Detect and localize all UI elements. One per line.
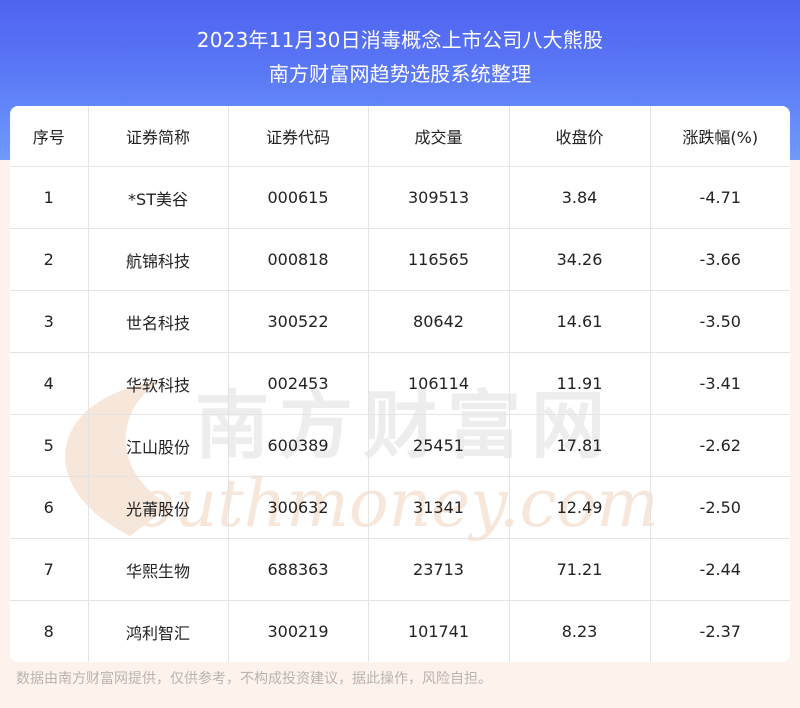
cell-volume: 116565 [368, 228, 510, 291]
table-row: 5 江山股份 600389 25451 17.81 -2.62 [10, 414, 790, 477]
cell-index: 1 [10, 166, 89, 229]
cell-code: 300632 [228, 476, 369, 539]
cell-name: 华熙生物 [88, 538, 229, 601]
cell-change: -3.50 [650, 290, 790, 353]
cell-name: 鸿利智汇 [88, 600, 229, 662]
table-row: 3 世名科技 300522 80642 14.61 -3.50 [10, 290, 790, 353]
cell-close: 12.49 [509, 476, 651, 539]
table-row: 6 光莆股份 300632 31341 12.49 -2.50 [10, 476, 790, 539]
cell-volume: 31341 [368, 476, 510, 539]
cell-change: -2.37 [699, 622, 741, 641]
cell-volume: 106114 [368, 352, 510, 415]
cell-close: 34.26 [509, 228, 651, 291]
cell-code: 600389 [228, 414, 369, 477]
cell-code: 688363 [228, 538, 369, 601]
column-header-volume: 成交量 [368, 106, 510, 167]
cell-close: 8.23 [509, 600, 651, 662]
cell-volume: 23713 [368, 538, 510, 601]
cell-name: 江山股份 [88, 414, 229, 477]
page-subtitle: 南方财富网趋势选股系统整理 [268, 62, 532, 86]
cell-code: 002453 [228, 352, 369, 415]
table-row: 7 华熙生物 688363 23713 71.21 -2.44 [10, 538, 790, 601]
cell-volume: 80642 [368, 290, 510, 353]
cell-volume: 25451 [368, 414, 510, 477]
cell-close: 17.81 [509, 414, 651, 477]
cell-name: *ST美谷 [88, 166, 229, 229]
cell-change: -2.44 [650, 538, 790, 601]
cell-index: 2 [10, 228, 89, 291]
column-header-name: 证券简称 [88, 106, 229, 167]
table-row: 8 鸿利智汇 300219 101741 8.23 -2.37 [10, 600, 790, 662]
cell-index: 5 [10, 414, 89, 477]
cell-change: -2.62 [650, 414, 790, 477]
table-row: 2 航锦科技 000818 116565 34.26 -3.66 [10, 228, 790, 291]
column-header-close: 收盘价 [509, 106, 651, 167]
table-card: 序号 证券简称 证券代码 成交量 收盘价 涨跌幅(%) 1 *ST美谷 0006… [10, 106, 790, 662]
column-header-index: 序号 [10, 106, 89, 167]
cell-name: 航锦科技 [88, 228, 229, 291]
cell-code: 000818 [228, 228, 369, 291]
cell-change: -3.66 [650, 228, 790, 291]
cell-close: 11.91 [509, 352, 651, 415]
table-row: 1 *ST美谷 000615 309513 3.84 -4.71 [10, 166, 790, 229]
cell-close: 14.61 [509, 290, 651, 353]
cell-index: 4 [10, 352, 89, 415]
cell-index: 8 [10, 600, 89, 662]
page-title: 2023年11月30日消毒概念上市公司八大熊股 [196, 28, 604, 52]
cell-name: 华软科技 [88, 352, 229, 415]
cell-volume: 309513 [368, 166, 510, 229]
cell-index: 6 [10, 476, 89, 539]
cell-close: 71.21 [509, 538, 651, 601]
cell-name: 世名科技 [88, 290, 229, 353]
cell-change: -2.50 [650, 476, 790, 539]
cell-volume: 101741 [368, 600, 510, 662]
cell-index: 3 [10, 290, 89, 353]
cell-name: 光莆股份 [88, 476, 229, 539]
cell-code: 300522 [228, 290, 369, 353]
cell-index: 7 [10, 538, 89, 601]
table-header-row: 序号 证券简称 证券代码 成交量 收盘价 涨跌幅(%) [10, 106, 790, 167]
cell-change: -3.41 [650, 352, 790, 415]
table-row: 4 华软科技 002453 106114 11.91 -3.41 [10, 352, 790, 415]
column-header-change: 涨跌幅(%) [650, 106, 790, 167]
cell-change: -4.71 [650, 166, 790, 229]
stock-table: 序号 证券简称 证券代码 成交量 收盘价 涨跌幅(%) 1 *ST美谷 0006… [10, 106, 790, 662]
cell-code: 300219 [228, 600, 369, 662]
cell-close: 3.84 [509, 166, 651, 229]
disclaimer-text: 数据由南方财富网提供，仅供参考，不构成投资建议，据此操作，风险自担。 [16, 671, 492, 687]
column-header-code: 证券代码 [228, 106, 369, 167]
cell-code: 000615 [228, 166, 369, 229]
